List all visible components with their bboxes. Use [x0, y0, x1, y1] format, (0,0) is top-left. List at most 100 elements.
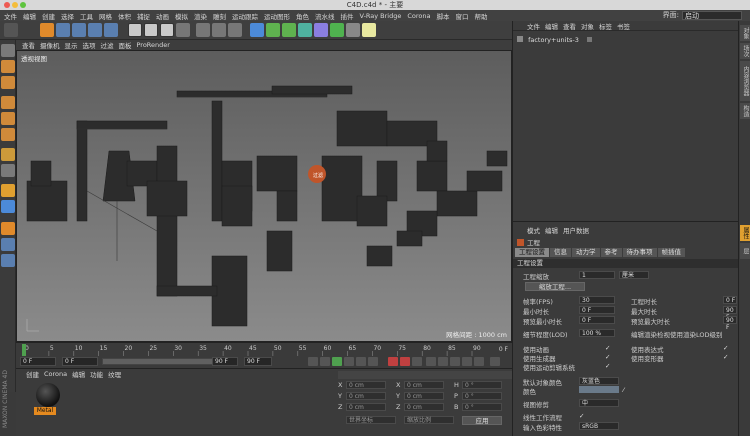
- menu-create[interactable]: 创建: [42, 11, 55, 21]
- side-tab-objects[interactable]: 对象: [740, 25, 750, 41]
- eyedropper-icon[interactable]: ⁄: [623, 386, 629, 394]
- material-menu-corona[interactable]: Corona: [44, 370, 67, 378]
- layout-dropdown[interactable]: 启动: [682, 10, 742, 20]
- linear-workflow-checkbox[interactable]: ✓: [579, 413, 585, 420]
- minimize-window-button[interactable]: [12, 2, 18, 8]
- rotate-icon[interactable]: [88, 23, 102, 37]
- render-picture-viewer-icon[interactable]: [212, 23, 226, 37]
- size-mode-dropdown[interactable]: 缩放比例: [404, 416, 454, 424]
- pen-icon[interactable]: [266, 23, 280, 37]
- menu-plugins[interactable]: 插件: [341, 11, 354, 21]
- rotation-key-icon[interactable]: [450, 357, 460, 366]
- am-menu-edit[interactable]: 编辑: [545, 225, 558, 235]
- layout-selector[interactable]: 界面: 启动: [663, 10, 742, 20]
- cloner-icon[interactable]: [298, 23, 312, 37]
- go-to-end-icon[interactable]: [356, 357, 366, 366]
- menu-script[interactable]: 脚本: [437, 11, 450, 21]
- menu-mesh[interactable]: 网格: [99, 11, 112, 21]
- preview-max-field[interactable]: 90 F: [723, 316, 737, 331]
- viewport-menu-view[interactable]: 查看: [22, 40, 35, 50]
- project-scale-field[interactable]: 1: [579, 271, 615, 279]
- tab-todo[interactable]: 待办事项: [622, 248, 657, 257]
- menu-help[interactable]: 帮助: [475, 11, 488, 21]
- max-frame-field[interactable]: 90 F: [244, 357, 272, 366]
- pos-y-field[interactable]: 0 cm: [346, 392, 386, 400]
- previous-key-icon[interactable]: [320, 357, 330, 366]
- end-frame-field[interactable]: 90 F: [212, 357, 238, 366]
- side-tab-content-browser[interactable]: 内容浏览器: [740, 61, 750, 101]
- z-axis-icon[interactable]: [160, 23, 174, 37]
- next-key-icon[interactable]: [344, 357, 354, 366]
- viewport-menu-cameras[interactable]: 摄像机: [40, 40, 60, 50]
- start-frame-field[interactable]: 0 F: [62, 357, 98, 366]
- scale-project-button[interactable]: 缩放工程...: [525, 282, 585, 291]
- apply-button[interactable]: 应用: [462, 416, 502, 425]
- material-preview-ball[interactable]: [36, 383, 60, 407]
- side-tab-layers[interactable]: 层: [740, 243, 750, 259]
- object-row[interactable]: factory+units-3: [517, 36, 592, 44]
- tab-interpolation[interactable]: 帧插值: [657, 248, 685, 257]
- menu-tools[interactable]: 工具: [80, 11, 93, 21]
- timeline-ruler[interactable]: 0 5 10 15 20 25 30 35 40 45 50 55 60 65 70 75 80 85 90 0 F: [16, 342, 512, 357]
- enable-snap-icon[interactable]: [1, 200, 15, 213]
- visibility-dots-icon[interactable]: [586, 37, 592, 42]
- param-key-icon[interactable]: [462, 357, 472, 366]
- tab-project-settings[interactable]: 工程设置: [515, 248, 549, 257]
- x-axis-icon[interactable]: [128, 23, 142, 37]
- side-tab-structure[interactable]: 构造: [740, 103, 750, 119]
- default-object-color-dropdown[interactable]: 灰蓝色: [579, 377, 619, 385]
- loop-icon[interactable]: [368, 357, 378, 366]
- menu-sculpt[interactable]: 雕刻: [213, 11, 226, 21]
- move-icon[interactable]: [56, 23, 70, 37]
- lod-field[interactable]: 100 %: [579, 329, 615, 337]
- perspective-viewport[interactable]: 透视视图 过滤 网格间距: 1000 cm: [16, 50, 512, 342]
- use-motion-system-checkbox[interactable]: ✓: [605, 363, 611, 370]
- planar-workplane-icon[interactable]: [1, 254, 15, 267]
- input-color-profile-dropdown[interactable]: sRGB: [579, 422, 619, 430]
- om-menu-bookmarks[interactable]: 书签: [617, 21, 630, 31]
- make-editable-icon[interactable]: [1, 44, 15, 57]
- undo-icon[interactable]: [4, 23, 18, 37]
- menu-file[interactable]: 文件: [4, 11, 17, 21]
- pos-z-field[interactable]: 0 cm: [346, 403, 386, 411]
- record-icon[interactable]: [388, 357, 398, 366]
- model-mode-icon[interactable]: [1, 76, 15, 89]
- material-menu-texture[interactable]: 纹理: [108, 369, 121, 379]
- camera-icon[interactable]: [346, 23, 360, 37]
- size-y-field[interactable]: 0 cm: [404, 392, 444, 400]
- tweak-mode-icon[interactable]: [1, 164, 15, 177]
- light-icon[interactable]: [362, 23, 376, 37]
- viewport-menu-filter[interactable]: 过滤: [101, 40, 114, 50]
- side-tab-attributes[interactable]: 属性: [740, 225, 750, 241]
- size-z-field[interactable]: 0 cm: [404, 403, 444, 411]
- color-swatch[interactable]: [579, 386, 619, 393]
- render-view-icon[interactable]: [196, 23, 210, 37]
- viewport-menu-panel[interactable]: 面板: [119, 40, 132, 50]
- menu-render[interactable]: 渲染: [194, 11, 207, 21]
- axis-mode-icon[interactable]: [1, 148, 15, 161]
- live-select-icon[interactable]: [40, 23, 54, 37]
- timeline-menu-icon[interactable]: [490, 357, 500, 366]
- object-name[interactable]: factory+units-3: [528, 36, 579, 44]
- am-menu-mode[interactable]: 模式: [527, 225, 540, 235]
- om-menu-edit[interactable]: 编辑: [545, 21, 558, 31]
- rot-b-field[interactable]: 0 °: [462, 403, 502, 411]
- project-time-field[interactable]: 0 F: [723, 296, 737, 304]
- viewport-menu-display[interactable]: 显示: [65, 40, 78, 50]
- am-menu-userdata[interactable]: 用户数据: [563, 225, 589, 235]
- deformer-icon[interactable]: [314, 23, 328, 37]
- pos-x-field[interactable]: 0 cm: [346, 381, 386, 389]
- scale-key-icon[interactable]: [438, 357, 448, 366]
- menu-animate[interactable]: 动画: [156, 11, 169, 21]
- y-axis-icon[interactable]: [144, 23, 158, 37]
- rot-p-field[interactable]: 0 °: [462, 392, 502, 400]
- play-icon[interactable]: [332, 357, 342, 366]
- menu-volume[interactable]: 体积: [118, 11, 131, 21]
- point-level-icon[interactable]: [474, 357, 484, 366]
- locked-workplane-icon[interactable]: [1, 238, 15, 251]
- project-scale-unit[interactable]: 厘米: [619, 271, 649, 279]
- om-menu-file[interactable]: 文件: [527, 21, 540, 31]
- material-menu-function[interactable]: 功能: [90, 369, 103, 379]
- auto-key-icon[interactable]: [400, 357, 410, 366]
- material-menu-create[interactable]: 创建: [26, 369, 39, 379]
